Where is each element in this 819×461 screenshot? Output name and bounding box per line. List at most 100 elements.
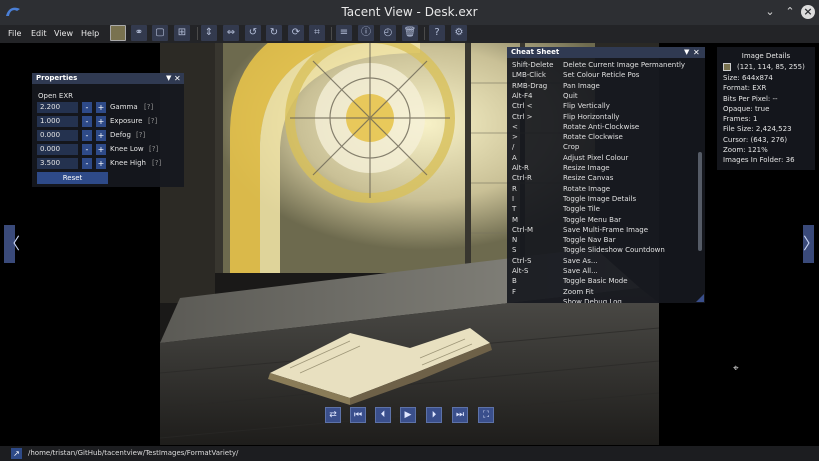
exposure-minus-button[interactable]: - [82,116,92,127]
colour-swatch-icon[interactable] [110,25,126,41]
step-back-icon[interactable]: ⏴ [375,407,391,423]
rotate-anticlockwise-icon[interactable]: ↺ [245,25,261,41]
channels-icon[interactable]: ⚭ [131,25,147,41]
flip-horizontal-icon[interactable]: ⇔ [223,25,239,41]
cheat-sheet-row: Ctrl > Flip Horizontally [507,112,697,122]
defog-minus-button[interactable]: - [82,130,92,141]
knee-high-minus-button[interactable]: - [82,158,92,169]
image-detail-line: Frames: 1 [723,115,758,124]
gamma-help[interactable]: [?] [144,102,153,112]
close-button[interactable]: × [801,5,815,19]
cheat-sheet-action: Resize Canvas [563,174,614,183]
step-forward-icon[interactable]: ⏵ [426,407,442,423]
properties-title: Properties [32,73,184,84]
tile-icon[interactable]: ⊞ [174,25,190,41]
skip-first-icon[interactable]: ⏮ [350,407,366,423]
cheat-sheet-collapse-icon[interactable]: ▼ [684,47,689,58]
help-icon[interactable]: ? [429,25,445,41]
cheat-sheet-row: R Rotate Image [507,184,697,194]
cheat-sheet-row: Alt-R Resize Image [507,163,697,173]
reset-button[interactable]: Reset [37,172,108,184]
repeat-icon[interactable]: ⇄ [325,407,341,423]
next-image-button[interactable]: 〉 [803,225,819,263]
skip-last-icon[interactable]: ⏭ [452,407,468,423]
cheat-sheet-key: Ctrl-S [512,256,532,265]
cheat-sheet-key: A [512,153,517,162]
gamma-label: Gamma [110,103,138,111]
exposure-plus-button[interactable]: + [96,116,106,127]
knee-low-help[interactable]: [?] [149,144,158,154]
play-icon[interactable]: ▶ [400,407,416,423]
cheat-sheet-action: Crop [563,143,580,152]
cheat-sheet-action: Rotate Image [563,184,611,193]
knee-high-field[interactable]: 3.500 [37,158,78,169]
cheat-sheet-row: S Toggle Slideshow Countdown [507,245,697,255]
maximize-button[interactable]: ⌃ [783,5,797,19]
pixel-rgba: (121, 114, 85, 255) [737,63,805,71]
cheat-sheet-row: Ctrl-M Save Multi-Frame Image [507,225,697,235]
slideshow-icon[interactable]: ◴ [380,25,396,41]
cheat-sheet-row: A Adjust Pixel Colour [507,153,697,163]
cheat-sheet-key: / [512,143,515,152]
cheat-sheet-action: Resize Image [563,164,610,172]
knee-high-plus-button[interactable]: + [96,158,106,169]
folder-nav-icon[interactable]: ↗ [11,448,22,459]
knee-high-help[interactable]: [?] [152,158,161,168]
image-detail-line: File Size: 2,424,523 [723,125,792,134]
cheat-sheet-action: Show Debug Log [563,297,622,303]
info-icon[interactable]: ⓘ [358,25,374,41]
cheat-sheet-key: > [512,133,518,142]
rotate-image-icon[interactable]: ⟳ [288,25,304,41]
knee-low-plus-button[interactable]: + [96,144,106,155]
menu-file[interactable]: File [8,25,21,43]
minimize-button[interactable]: ⌄ [763,5,777,19]
exposure-label: Exposure [110,117,143,125]
cheat-sheet-close-icon[interactable]: ✕ [693,47,700,58]
settings-icon[interactable]: ⚙ [451,25,467,41]
cheat-sheet-key: Alt-R [512,164,529,172]
cheat-sheet-action: Delete Current Image Permanently [563,61,686,69]
cheat-sheet-row: RMB-Drag Pan Image [507,81,697,91]
delete-icon[interactable]: 🗑 [402,25,418,41]
defog-field[interactable]: 0.000 [37,130,78,141]
gamma-field[interactable]: 2.200 [37,102,78,113]
prev-image-button[interactable]: 〈 [4,225,20,263]
defog-plus-button[interactable]: + [96,130,106,141]
frame-icon[interactable]: ▢ [152,25,168,41]
image-detail-line: Opaque: true [723,104,770,113]
defog-help[interactable]: [?] [136,130,145,140]
cheat-sheet-row: T Toggle Tile [507,204,697,214]
cheat-sheet-key: Alt-S [512,267,529,275]
cheat-sheet-row: N Toggle Nav Bar [507,235,697,245]
close-panel-icon[interactable]: ✕ [174,73,181,84]
menu-help[interactable]: Help [81,25,99,43]
knee-low-minus-button[interactable]: - [82,144,92,155]
cheat-sheet-scrollbar[interactable] [698,152,702,251]
crop-icon[interactable]: ⌗ [309,25,325,41]
cheat-sheet-row: Ctrl-R Resize Canvas [507,173,697,183]
collapse-icon[interactable]: ▼ [166,73,171,84]
flip-vertical-icon[interactable]: ⇕ [201,25,217,41]
cheat-sheet-action: Toggle Image Details [563,194,637,203]
resize-grip-icon[interactable] [696,294,704,302]
cheat-sheet-action: Save All... [563,267,598,275]
cheat-sheet-key: I [512,194,515,203]
defog-label: Defog [110,131,131,139]
cheat-sheet-key: Ctrl-M [512,225,534,234]
knee-low-field[interactable]: 0.000 [37,144,78,155]
gamma-plus-button[interactable]: + [96,102,106,113]
fullscreen-icon[interactable]: ⛶ [478,407,494,423]
cheat-sheet-key: Alt-F4 [512,91,533,100]
exposure-field[interactable]: 1.000 [37,116,78,127]
rotate-clockwise-icon[interactable]: ↻ [266,25,282,41]
menu-edit[interactable]: Edit [31,25,47,43]
cheat-sheet-row: < Rotate Anti-Clockwise [507,122,697,132]
cheat-sheet-key: S [512,246,517,255]
properties-icon[interactable]: ≡ [336,25,352,41]
cheat-sheet-key: < [512,122,518,131]
gamma-minus-button[interactable]: - [82,102,92,113]
cheat-sheet-action: Rotate Anti-Clockwise [563,122,640,131]
exposure-help[interactable]: [?] [148,116,157,126]
menu-view[interactable]: View [54,25,73,43]
cheat-sheet-key: M [512,215,519,224]
